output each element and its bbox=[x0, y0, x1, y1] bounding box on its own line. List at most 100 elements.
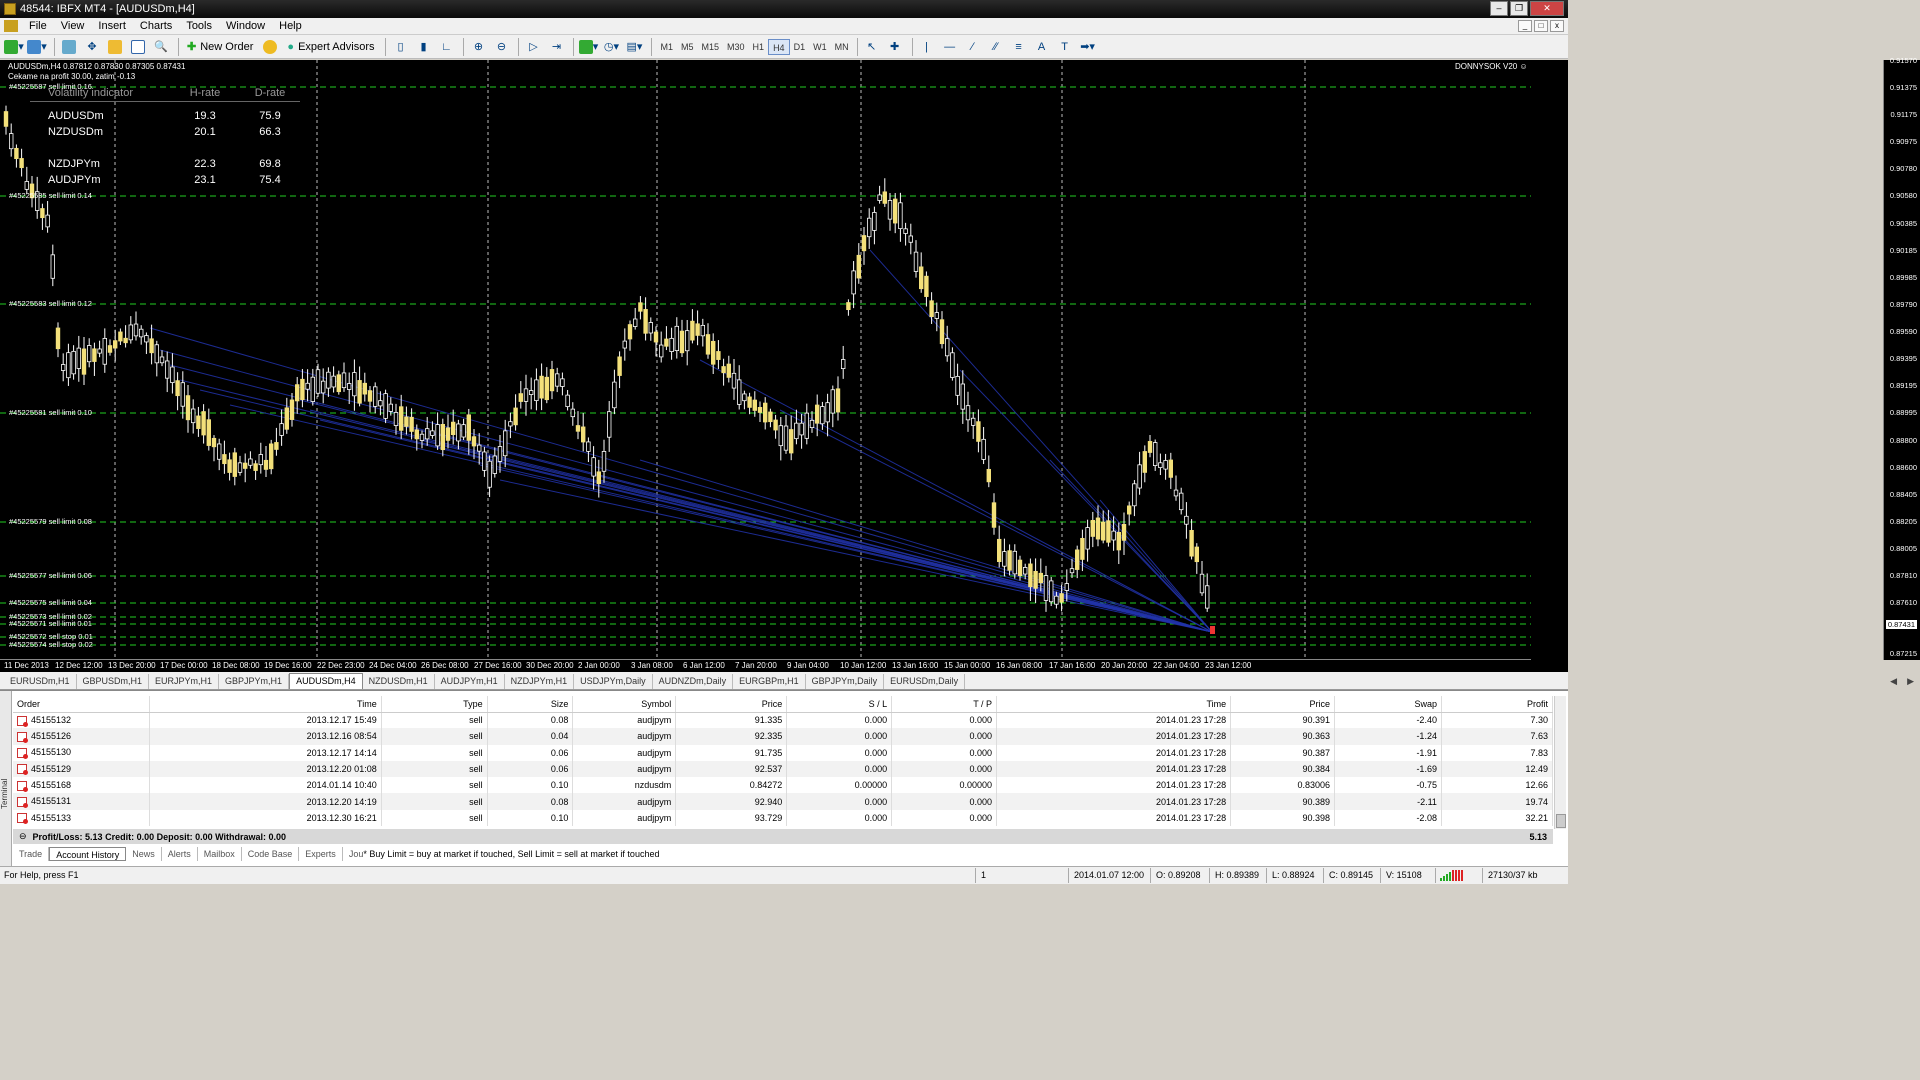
strategy-tester-icon[interactable]: 🔍 bbox=[151, 37, 171, 57]
chart-window-icon[interactable] bbox=[4, 20, 18, 32]
profiles-icon[interactable]: ▾ bbox=[27, 37, 47, 57]
mdi-close-button[interactable]: x bbox=[1550, 20, 1564, 32]
chart-tab[interactable]: EURGBPm,H1 bbox=[733, 674, 806, 689]
chart-tab[interactable]: EURUSDm,H1 bbox=[4, 674, 77, 689]
minimize-button[interactable]: – bbox=[1490, 1, 1508, 16]
order-level-label[interactable]: #45225571 sell limit 0.01 bbox=[9, 619, 92, 628]
menu-window[interactable]: Window bbox=[219, 20, 272, 32]
metaeditor-icon[interactable] bbox=[260, 37, 280, 57]
col-size[interactable]: Size bbox=[487, 696, 574, 713]
chart-tab[interactable]: USDJPYm,Daily bbox=[574, 674, 653, 689]
scrollbar-thumb[interactable] bbox=[1556, 814, 1566, 828]
tab-news[interactable]: News bbox=[126, 847, 162, 861]
col-open-price[interactable]: Price bbox=[675, 696, 788, 713]
terminal-scrollbar[interactable] bbox=[1554, 696, 1566, 829]
order-level-label[interactable]: #45225581 sell limit 0.10 bbox=[9, 408, 92, 417]
chart-tab[interactable]: GBPJPYm,Daily bbox=[806, 674, 885, 689]
tab-account-history[interactable]: Account History bbox=[49, 847, 127, 861]
menu-view[interactable]: View bbox=[54, 20, 92, 32]
terminal-side-bar[interactable]: Terminal bbox=[0, 691, 12, 867]
timeframe-m1[interactable]: M1 bbox=[656, 39, 677, 55]
collapse-icon[interactable]: ⊖ bbox=[19, 831, 27, 842]
order-level-label[interactable]: #45225585 sell limit 0.14 bbox=[9, 191, 92, 200]
profile-name[interactable]: 1 bbox=[981, 870, 986, 880]
chart-tab[interactable]: GBPJPYm,H1 bbox=[219, 674, 290, 689]
order-level-label[interactable]: #45225579 sell limit 0.08 bbox=[9, 517, 92, 526]
table-row[interactable]: 45155132 2013.12.17 15:49 sell 0.08 audjpym 9… bbox=[13, 712, 1554, 729]
tab-scroll-right-icon[interactable]: ▶ bbox=[1907, 676, 1914, 687]
col-close-time[interactable]: Time bbox=[996, 696, 1232, 713]
menu-help[interactable]: Help bbox=[272, 20, 309, 32]
col-order[interactable]: Order bbox=[13, 696, 150, 713]
chart-tab[interactable]: NZDUSDm,H1 bbox=[363, 674, 435, 689]
col-profit[interactable]: Profit bbox=[1441, 696, 1554, 713]
tab-alerts[interactable]: Alerts bbox=[162, 847, 198, 861]
equidistant-channel-icon[interactable]: ∕∕ bbox=[986, 37, 1006, 57]
indicators-icon[interactable]: ▾ bbox=[578, 37, 598, 57]
expert-advisors-button[interactable]: ● Expert Advisors bbox=[283, 37, 378, 57]
chart-tab[interactable]: AUDJPYm,H1 bbox=[435, 674, 505, 689]
tab-trade[interactable]: Trade bbox=[13, 847, 50, 861]
tab-scroll-left-icon[interactable]: ◀ bbox=[1890, 676, 1897, 687]
menu-insert[interactable]: Insert bbox=[91, 20, 133, 32]
timeframe-mn[interactable]: MN bbox=[831, 39, 853, 55]
col-tp[interactable]: T / P bbox=[891, 696, 998, 713]
candlesticks-icon[interactable]: ▮ bbox=[413, 37, 433, 57]
periods-icon[interactable]: ◷▾ bbox=[601, 37, 621, 57]
table-row[interactable]: 45155168 2014.01.14 10:40 sell 0.10 nzdusdm 0… bbox=[13, 777, 1554, 794]
col-swap[interactable]: Swap bbox=[1334, 696, 1442, 713]
order-level-label[interactable]: #45225583 sell limit 0.12 bbox=[9, 299, 92, 308]
terminal-icon[interactable] bbox=[128, 37, 148, 57]
tab-code-base[interactable]: Code Base bbox=[242, 847, 300, 861]
time-axis[interactable]: 11 Dec 2013 12 Dec 12:00 13 Dec 20:00 17 De… bbox=[0, 659, 1531, 672]
bar-chart-icon[interactable]: ▯ bbox=[390, 37, 410, 57]
data-window-icon[interactable]: ✥ bbox=[82, 37, 102, 57]
timeframe-d1[interactable]: D1 bbox=[790, 39, 810, 55]
table-row[interactable]: 45155130 2013.12.17 14:14 sell 0.06 audjpym 9… bbox=[13, 744, 1554, 761]
col-open-time[interactable]: Time bbox=[149, 696, 382, 713]
menu-file[interactable]: File bbox=[22, 20, 54, 32]
templates-icon[interactable]: ▤▾ bbox=[624, 37, 644, 57]
timeframe-m5[interactable]: M5 bbox=[677, 39, 698, 55]
order-level-label[interactable]: #45225577 sell limit 0.06 bbox=[9, 571, 92, 580]
cursor-icon[interactable]: ↖ bbox=[862, 37, 882, 57]
col-type[interactable]: Type bbox=[381, 696, 488, 713]
col-close-price[interactable]: Price bbox=[1230, 696, 1336, 713]
chart-tab[interactable]: AUDNZDm,Daily bbox=[653, 674, 734, 689]
timeframe-m30[interactable]: M30 bbox=[723, 39, 749, 55]
col-symbol[interactable]: Symbol bbox=[572, 696, 677, 713]
restore-button[interactable]: ❐ bbox=[1510, 1, 1528, 16]
menu-tools[interactable]: Tools bbox=[179, 20, 219, 32]
arrows-icon[interactable]: ➡▾ bbox=[1078, 37, 1098, 57]
tab-experts[interactable]: Experts bbox=[299, 847, 343, 861]
order-level-label[interactable]: #45225575 sell limit 0.04 bbox=[9, 598, 92, 607]
chart-tab[interactable]: GBPUSDm,H1 bbox=[77, 674, 150, 689]
chart-tab[interactable]: EURUSDm,Daily bbox=[884, 674, 966, 689]
horizontal-line-icon[interactable]: — bbox=[940, 37, 960, 57]
text-icon[interactable]: A bbox=[1032, 37, 1052, 57]
order-level-label[interactable]: #45225587 sell limit 0.16 bbox=[9, 82, 92, 91]
timeframe-h1[interactable]: H1 bbox=[749, 39, 769, 55]
timeframe-m15[interactable]: M15 bbox=[698, 39, 724, 55]
table-row[interactable]: 45155133 2013.12.30 16:21 sell 0.10 audjpym 9… bbox=[13, 809, 1554, 827]
chart-tab[interactable]: EURJPYm,H1 bbox=[149, 674, 220, 689]
zoom-out-icon[interactable]: ⊖ bbox=[491, 37, 511, 57]
market-watch-icon[interactable] bbox=[59, 37, 79, 57]
new-order-button[interactable]: ✚ New Order bbox=[183, 37, 257, 57]
table-row[interactable]: 45155126 2013.12.16 08:54 sell 0.04 audjpym 9… bbox=[13, 728, 1554, 745]
col-sl[interactable]: S / L bbox=[786, 696, 893, 713]
chart-tab[interactable]: NZDJPYm,H1 bbox=[505, 674, 575, 689]
price-axis[interactable]: 0.91570 0.91375 0.91175 0.90975 0.90780 0.905… bbox=[1883, 56, 1920, 660]
text-label-icon[interactable]: T bbox=[1055, 37, 1075, 57]
timeframe-h4[interactable]: H4 bbox=[768, 38, 790, 55]
navigator-icon[interactable] bbox=[105, 37, 125, 57]
mdi-restore-button[interactable]: □ bbox=[1534, 20, 1548, 32]
line-chart-icon[interactable]: ∟ bbox=[436, 37, 456, 57]
trendline-icon[interactable]: ∕ bbox=[963, 37, 983, 57]
timeframe-w1[interactable]: W1 bbox=[809, 39, 831, 55]
zoom-in-icon[interactable]: ⊕ bbox=[468, 37, 488, 57]
fibonacci-icon[interactable]: ≡ bbox=[1009, 37, 1029, 57]
order-level-label[interactable]: #45225574 sell stop 0.02 bbox=[9, 640, 93, 649]
table-row[interactable]: 45155129 2013.12.20 01:08 sell 0.06 audjpym 9… bbox=[13, 760, 1554, 778]
table-row[interactable]: 45155131 2013.12.20 14:19 sell 0.08 audjpym 9… bbox=[13, 793, 1554, 810]
